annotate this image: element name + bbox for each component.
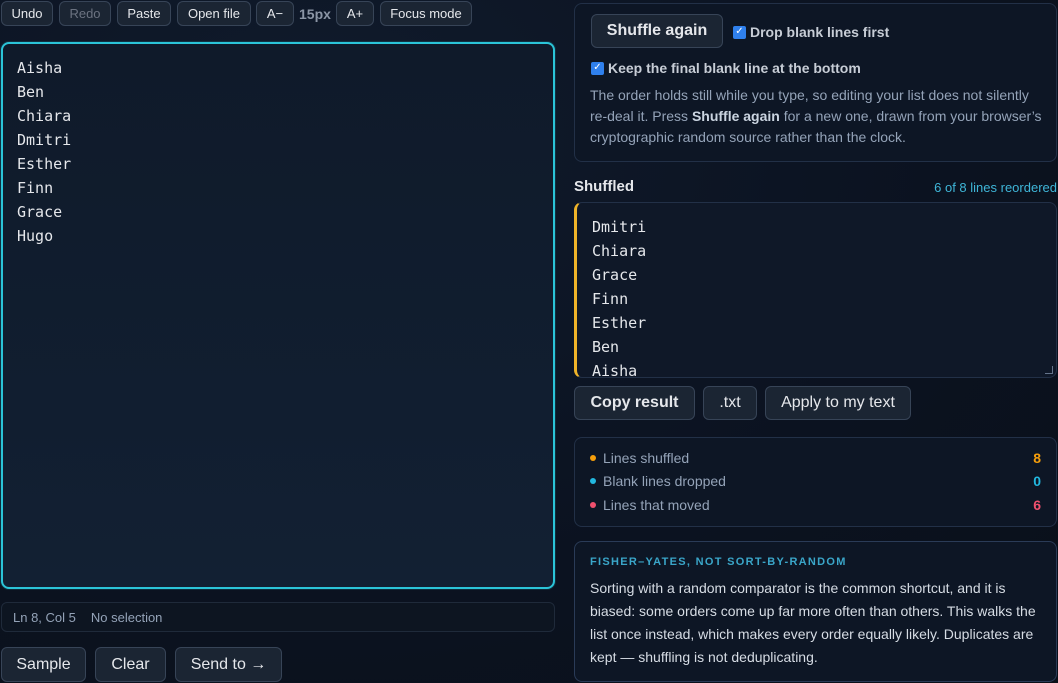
stat-label: Lines that moved bbox=[603, 497, 710, 513]
editor-line: Dmitri bbox=[17, 131, 72, 149]
stat-value: 6 bbox=[1033, 497, 1041, 513]
shuffled-line: Chiara bbox=[592, 242, 647, 260]
clear-button[interactable]: Clear bbox=[95, 647, 166, 682]
cursor-position: Ln 8, Col 5 bbox=[13, 609, 76, 625]
resize-handle-icon[interactable] bbox=[1045, 366, 1053, 374]
stat-value: 8 bbox=[1033, 450, 1041, 466]
info-body: Sorting with a random comparator is the … bbox=[590, 580, 1036, 665]
reordered-count: 6 of 8 lines reordered bbox=[934, 180, 1057, 195]
sample-button[interactable]: Sample bbox=[1, 647, 86, 682]
checkbox-check-icon[interactable]: ✓ bbox=[591, 61, 604, 75]
shuffled-line: Esther bbox=[592, 314, 647, 332]
stat-label: Lines shuffled bbox=[603, 450, 690, 466]
font-size-readout: 15px bbox=[299, 6, 331, 22]
font-increase-button[interactable]: A+ bbox=[336, 1, 374, 26]
drop-blank-lines-checkbox[interactable]: ✓ Drop blank lines first bbox=[733, 24, 889, 40]
stat-dot-icon bbox=[590, 455, 596, 461]
editor-status-bar: Ln 8, Col 5 No selection bbox=[1, 602, 555, 632]
focus-mode-button[interactable]: Focus mode bbox=[380, 1, 472, 26]
redo-button[interactable]: Redo bbox=[59, 1, 111, 26]
stat-row: Lines that moved bbox=[590, 497, 710, 513]
shuffled-line: Ben bbox=[592, 338, 620, 356]
shuffled-title: Shuffled bbox=[574, 178, 634, 195]
shuffled-line: Finn bbox=[592, 290, 629, 308]
apply-to-text-button[interactable]: Apply to my text bbox=[765, 386, 911, 420]
editor-line: Chiara bbox=[17, 107, 72, 125]
editor-line: Esther bbox=[17, 155, 72, 173]
shuffled-line: Aisha bbox=[592, 362, 638, 378]
editor-line: Aisha bbox=[17, 59, 63, 77]
shuffle-description: The order holds still while you type, so… bbox=[590, 87, 1042, 145]
drop-blank-lines-label: Drop blank lines first bbox=[750, 24, 890, 40]
copy-result-button[interactable]: Copy result bbox=[574, 386, 695, 420]
stat-label: Blank lines dropped bbox=[603, 473, 726, 489]
stat-row: Lines shuffled bbox=[590, 450, 689, 466]
send-to-button[interactable]: Send to → bbox=[175, 647, 282, 682]
checkbox-check-icon[interactable]: ✓ bbox=[733, 25, 746, 39]
editor-line: Grace bbox=[17, 203, 63, 221]
editor-line: Hugo bbox=[17, 227, 54, 245]
info-heading: FISHER–YATES, NOT SORT-BY-RANDOM bbox=[590, 556, 847, 568]
shuffled-line: Dmitri bbox=[592, 218, 647, 236]
font-decrease-button[interactable]: A− bbox=[256, 1, 294, 26]
editor-line: Finn bbox=[17, 179, 54, 197]
download-txt-button[interactable]: .txt bbox=[703, 386, 757, 420]
selection-status: No selection bbox=[90, 609, 163, 625]
shuffle-again-button[interactable]: Shuffle again bbox=[591, 14, 723, 48]
editor-line: Ben bbox=[17, 83, 45, 101]
undo-button[interactable]: Undo bbox=[1, 1, 53, 26]
keep-final-blank-checkbox[interactable]: ✓ Keep the final blank line at the botto… bbox=[591, 60, 861, 76]
paste-button[interactable]: Paste bbox=[117, 1, 171, 26]
shuffled-line: Grace bbox=[592, 266, 638, 284]
keep-final-blank-label: Keep the final blank line at the bottom bbox=[608, 60, 861, 76]
stat-row: Blank lines dropped bbox=[590, 473, 726, 489]
shuffled-output[interactable]: Dmitri Chiara Grace Finn Esther Ben Aisha bbox=[574, 202, 1057, 378]
stat-dot-icon bbox=[590, 478, 596, 484]
text-editor[interactable]: Aisha Ben Chiara Dmitri Esther Finn Grace Hugo bbox=[1, 42, 555, 589]
stat-dot-icon bbox=[590, 502, 596, 508]
stat-value: 0 bbox=[1033, 473, 1041, 489]
open-file-button[interactable]: Open file bbox=[177, 1, 251, 26]
